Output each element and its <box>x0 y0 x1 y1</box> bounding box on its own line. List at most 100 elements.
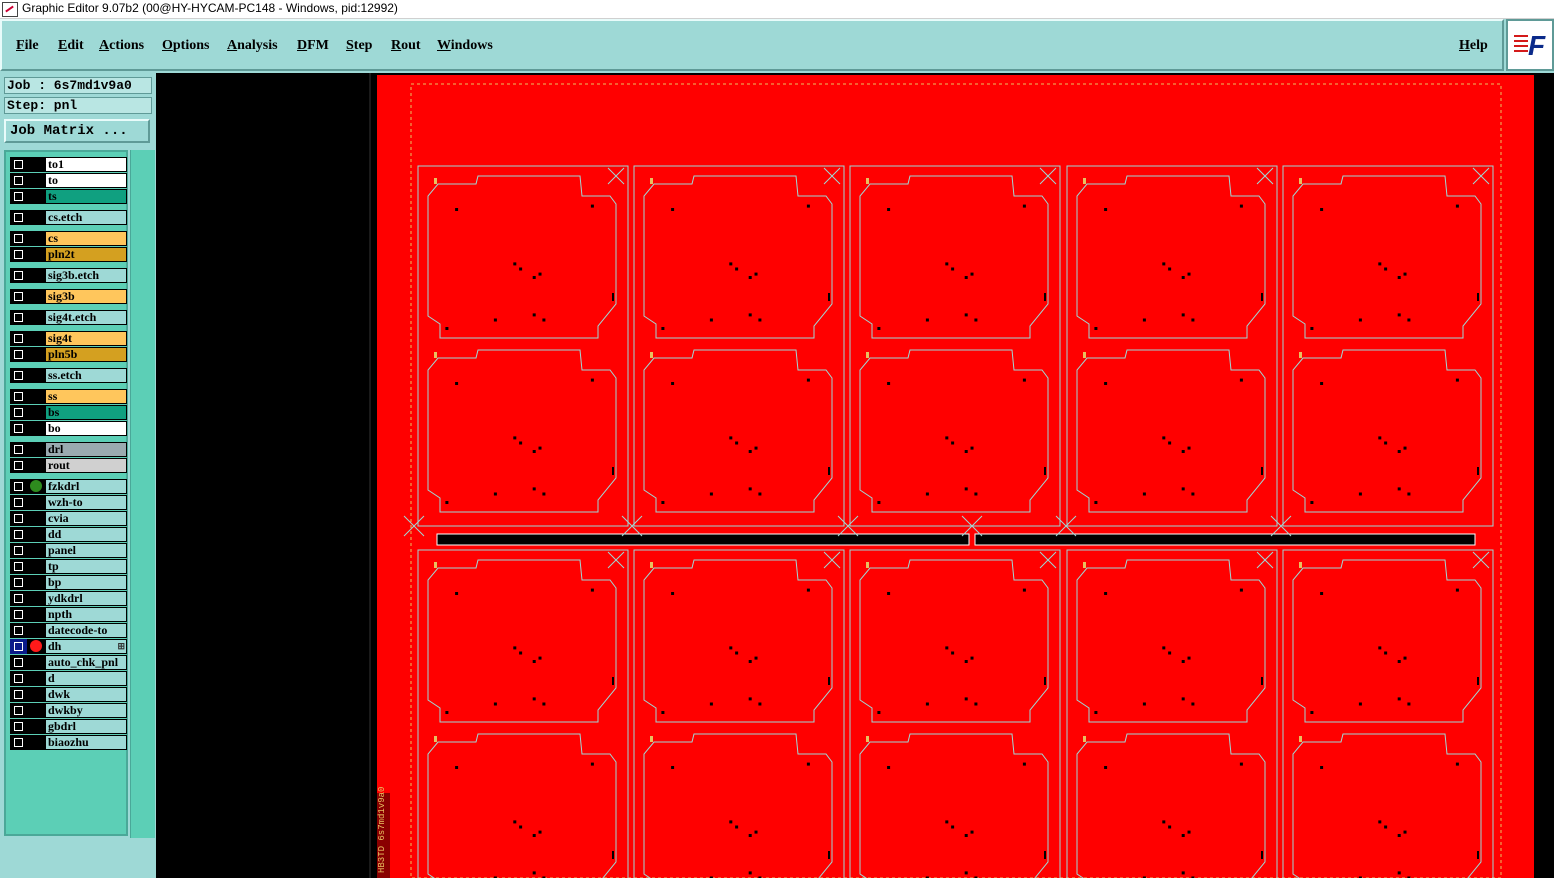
layer-row-ss.etch[interactable]: ss.etch <box>10 368 127 383</box>
layer-select-checkbox[interactable] <box>10 719 27 734</box>
menu-rout[interactable]: Rout <box>391 38 421 54</box>
layer-name[interactable]: dwk <box>45 687 127 702</box>
layer-select-checkbox[interactable] <box>10 527 27 542</box>
layer-display-toggle[interactable] <box>27 655 45 670</box>
layer-row-pln2t[interactable]: pln2t <box>10 247 127 262</box>
layer-select-checkbox[interactable] <box>10 157 27 172</box>
layer-select-checkbox[interactable] <box>10 479 27 494</box>
layer-select-checkbox[interactable] <box>10 389 27 404</box>
layer-display-toggle[interactable] <box>27 495 45 510</box>
layer-row-ss[interactable]: ss <box>10 389 127 404</box>
layer-select-checkbox[interactable] <box>10 623 27 638</box>
layer-display-toggle[interactable] <box>27 368 45 383</box>
menu-dfm[interactable]: DFM <box>297 38 329 54</box>
layer-select-checkbox[interactable] <box>10 687 27 702</box>
layer-name[interactable]: pln2t <box>45 247 127 262</box>
layer-name[interactable]: ts <box>45 189 127 204</box>
layer-row-bo[interactable]: bo <box>10 421 127 436</box>
layer-name[interactable]: fzkdrl <box>45 479 127 494</box>
layer-select-checkbox[interactable] <box>10 591 27 606</box>
layer-display-toggle[interactable] <box>27 268 45 283</box>
layer-name[interactable]: dh ⊞ <box>45 639 127 654</box>
layer-display-toggle[interactable] <box>27 389 45 404</box>
layer-row-dh[interactable]: dh ⊞ <box>10 639 127 654</box>
layer-select-checkbox[interactable] <box>10 331 27 346</box>
layer-display-toggle[interactable] <box>27 687 45 702</box>
layer-select-checkbox[interactable] <box>10 458 27 473</box>
layer-row-npth[interactable]: npth <box>10 607 127 622</box>
layer-display-toggle[interactable] <box>27 719 45 734</box>
layer-name[interactable]: ss.etch <box>45 368 127 383</box>
layer-name[interactable]: to1 <box>45 157 127 172</box>
layer-display-toggle[interactable] <box>27 575 45 590</box>
layer-display-toggle[interactable] <box>27 289 45 304</box>
layer-select-checkbox[interactable] <box>10 421 27 436</box>
layer-display-toggle[interactable] <box>27 527 45 542</box>
layer-select-checkbox[interactable] <box>10 405 27 420</box>
layer-name[interactable]: bs <box>45 405 127 420</box>
layer-row-datecode-to[interactable]: datecode-to <box>10 623 127 638</box>
layer-select-checkbox[interactable] <box>10 231 27 246</box>
menu-file[interactable]: File <box>16 38 39 54</box>
layer-row-dwkby[interactable]: dwkby <box>10 703 127 718</box>
layer-display-toggle[interactable] <box>27 189 45 204</box>
layer-select-checkbox[interactable] <box>10 189 27 204</box>
layer-select-checkbox[interactable] <box>10 607 27 622</box>
layer-row-biaozhu[interactable]: biaozhu <box>10 735 127 750</box>
layer-row-auto_chk_pnl[interactable]: auto_chk_pnl <box>10 655 127 670</box>
layer-name[interactable]: ss <box>45 389 127 404</box>
layer-select-checkbox[interactable] <box>10 368 27 383</box>
layer-row-sig4t.etch[interactable]: sig4t.etch <box>10 310 127 325</box>
layer-select-checkbox[interactable] <box>10 735 27 750</box>
layer-display-toggle[interactable] <box>27 671 45 686</box>
layer-row-panel[interactable]: panel <box>10 543 127 558</box>
layer-display-toggle[interactable] <box>27 310 45 325</box>
layer-row-bp[interactable]: bp <box>10 575 127 590</box>
layer-select-checkbox[interactable] <box>10 173 27 188</box>
layer-row-dd[interactable]: dd <box>10 527 127 542</box>
layer-display-toggle[interactable] <box>27 479 45 494</box>
graphic-canvas[interactable]: HB3TD 6s7md1v9a0 <box>156 73 1554 878</box>
layer-select-checkbox[interactable] <box>10 511 27 526</box>
layer-row-fzkdrl[interactable]: fzkdrl <box>10 479 127 494</box>
layer-select-checkbox[interactable] <box>10 559 27 574</box>
layer-select-checkbox[interactable] <box>10 310 27 325</box>
layer-select-checkbox[interactable] <box>10 655 27 670</box>
layer-select-checkbox[interactable] <box>10 289 27 304</box>
layer-name[interactable]: sig3b <box>45 289 127 304</box>
layer-name[interactable]: dd <box>45 527 127 542</box>
layer-name[interactable]: drl <box>45 442 127 457</box>
layer-select-checkbox[interactable] <box>10 210 27 225</box>
layer-name[interactable]: cvia <box>45 511 127 526</box>
layer-name[interactable]: sig4t <box>45 331 127 346</box>
layer-row-sig4t[interactable]: sig4t <box>10 331 127 346</box>
layer-select-checkbox[interactable] <box>10 639 27 654</box>
layer-name[interactable]: bp <box>45 575 127 590</box>
layer-name[interactable]: npth <box>45 607 127 622</box>
layer-select-checkbox[interactable] <box>10 575 27 590</box>
layer-row-rout[interactable]: rout <box>10 458 127 473</box>
layer-display-toggle[interactable] <box>27 623 45 638</box>
layer-display-toggle[interactable] <box>27 639 45 654</box>
pcb-panel-view[interactable]: HB3TD 6s7md1v9a0 <box>156 73 1554 878</box>
layer-name[interactable]: ydkdrl <box>45 591 127 606</box>
layer-display-toggle[interactable] <box>27 405 45 420</box>
layer-display-toggle[interactable] <box>27 331 45 346</box>
layer-row-sig3b[interactable]: sig3b <box>10 289 127 304</box>
layer-display-toggle[interactable] <box>27 157 45 172</box>
layer-display-toggle[interactable] <box>27 247 45 262</box>
layer-name[interactable]: to <box>45 173 127 188</box>
menu-analysis[interactable]: Analysis <box>227 38 278 54</box>
layer-display-toggle[interactable] <box>27 210 45 225</box>
layer-select-checkbox[interactable] <box>10 442 27 457</box>
layer-row-ydkdrl[interactable]: ydkdrl <box>10 591 127 606</box>
layer-row-gbdrl[interactable]: gbdrl <box>10 719 127 734</box>
layer-name[interactable]: biaozhu <box>45 735 127 750</box>
layer-name[interactable]: rout <box>45 458 127 473</box>
layer-name[interactable]: d <box>45 671 127 686</box>
layer-row-cs[interactable]: cs <box>10 231 127 246</box>
layer-name[interactable]: cs.etch <box>45 210 127 225</box>
layer-select-checkbox[interactable] <box>10 703 27 718</box>
layer-select-checkbox[interactable] <box>10 347 27 362</box>
layer-row-dwk[interactable]: dwk <box>10 687 127 702</box>
